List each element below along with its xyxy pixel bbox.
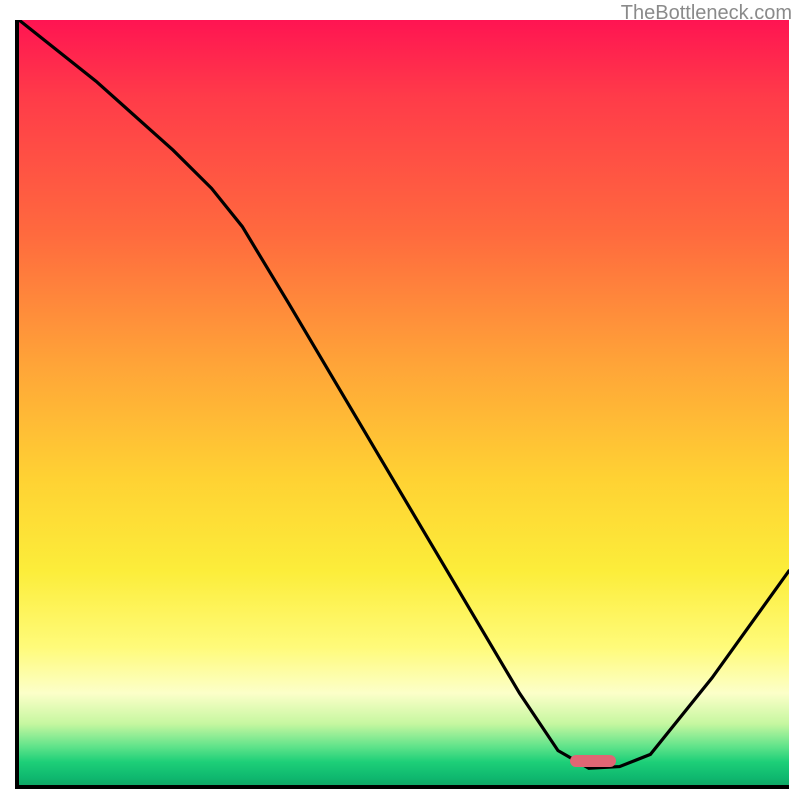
bottleneck-curve-path (19, 20, 789, 768)
watermark-text: TheBottleneck.com (621, 2, 792, 25)
optimal-range-marker (570, 755, 616, 767)
chart-line-series (19, 20, 789, 785)
chart-plot-area (15, 20, 789, 789)
